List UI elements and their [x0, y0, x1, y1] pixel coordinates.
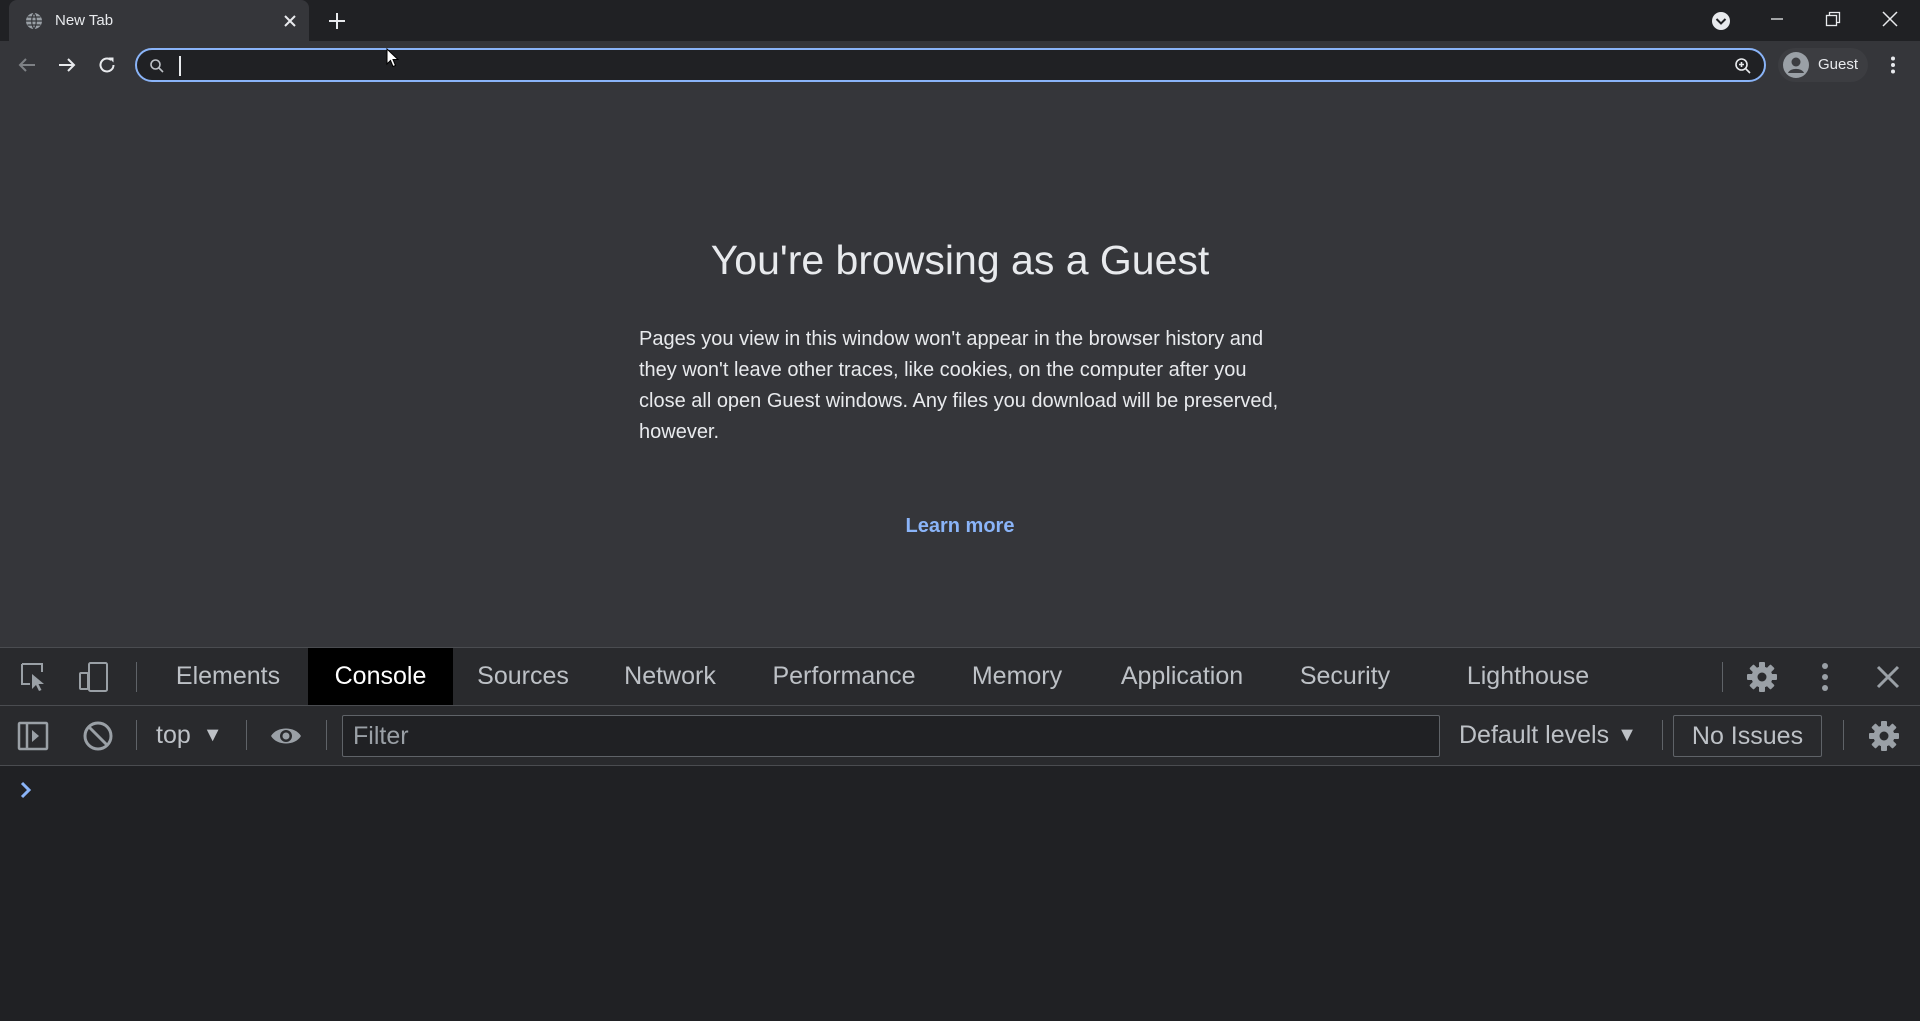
log-levels-value: Default levels: [1459, 721, 1610, 749]
issues-button[interactable]: No Issues: [1673, 715, 1822, 757]
tab-title: New Tab: [55, 12, 114, 29]
show-sidebar-icon[interactable]: [17, 720, 49, 752]
inspect-element-icon[interactable]: [19, 661, 51, 693]
page-title: You're browsing as a Guest: [710, 237, 1210, 283]
toolbar-divider: [136, 720, 137, 750]
restore-icon[interactable]: [1822, 8, 1844, 30]
clear-console-icon[interactable]: [82, 720, 114, 752]
tab-application[interactable]: Application: [1103, 648, 1261, 705]
devtools-tab-bar: Elements Console Sources Network Perform…: [0, 648, 1920, 706]
tab-search-icon[interactable]: [1710, 10, 1732, 32]
context-value: top: [156, 721, 191, 749]
reload-icon[interactable]: [96, 54, 118, 76]
guest-page: You're browsing as a Guest Pages you vie…: [0, 89, 1920, 647]
console-settings-gear-icon[interactable]: [1868, 720, 1900, 752]
tab-memory[interactable]: Memory: [950, 648, 1084, 705]
devtools-panel: Elements Console Sources Network Perform…: [0, 647, 1920, 1021]
toolbar-divider: [246, 720, 247, 750]
learn-more-link[interactable]: Learn more: [0, 515, 1920, 538]
close-devtools-icon[interactable]: [1872, 661, 1904, 693]
live-expression-eye-icon[interactable]: [270, 720, 302, 752]
console-filter-input[interactable]: [342, 715, 1440, 757]
tab-new-tab[interactable]: New Tab: [9, 0, 309, 41]
toolbar-divider: [1843, 720, 1844, 750]
toolbar-divider: [1722, 662, 1723, 692]
devtools-more-icon[interactable]: [1809, 661, 1841, 693]
profile-label: Guest: [1818, 56, 1859, 73]
tab-console[interactable]: Console: [308, 648, 453, 705]
zoom-in-icon[interactable]: [1734, 57, 1752, 75]
avatar-icon: [1782, 51, 1810, 79]
toolbar-divider: [136, 662, 137, 692]
tab-elements[interactable]: Elements: [154, 648, 302, 705]
address-input[interactable]: [177, 54, 1701, 78]
device-toolbar-icon[interactable]: [78, 661, 110, 693]
mouse-pointer-icon: [386, 48, 400, 68]
tab-security[interactable]: Security: [1277, 648, 1413, 705]
tab-performance[interactable]: Performance: [752, 648, 936, 705]
new-tab-button[interactable]: [326, 10, 348, 32]
context-selector[interactable]: top ▼: [156, 716, 223, 754]
toolbar-divider: [1662, 720, 1663, 750]
back-arrow-icon[interactable]: [16, 54, 38, 76]
tab-lighthouse[interactable]: Lighthouse: [1452, 648, 1604, 705]
address-bar[interactable]: [135, 48, 1766, 82]
tab-close-icon[interactable]: [281, 12, 299, 30]
forward-arrow-icon[interactable]: [56, 54, 78, 76]
text-caret: [179, 56, 181, 76]
console-output[interactable]: [0, 766, 1920, 1021]
chevron-right-icon: [18, 780, 34, 800]
toolbar-divider: [326, 720, 327, 750]
console-toolbar: top ▼ Default levels ▼ No Issues: [0, 706, 1920, 766]
dropdown-arrow-icon: ▼: [1617, 724, 1637, 746]
globe-icon: [25, 12, 43, 30]
more-menu-icon[interactable]: [1882, 54, 1904, 76]
learn-more-label[interactable]: Learn more: [906, 515, 1015, 537]
search-icon: [149, 58, 165, 74]
window-close-icon[interactable]: [1879, 8, 1901, 30]
browser-toolbar: Guest: [0, 41, 1920, 89]
log-levels-dropdown[interactable]: Default levels ▼: [1459, 716, 1637, 754]
dropdown-arrow-icon: ▼: [202, 724, 223, 746]
profile-button[interactable]: Guest: [1778, 48, 1868, 82]
tab-sources[interactable]: Sources: [453, 648, 593, 705]
settings-gear-icon[interactable]: [1746, 661, 1778, 693]
title-bar: New Tab: [0, 0, 1920, 41]
minimize-icon[interactable]: [1766, 8, 1788, 30]
page-description: Pages you view in this window won't appe…: [639, 328, 1279, 443]
issues-label: No Issues: [1691, 722, 1804, 750]
tab-network[interactable]: Network: [603, 648, 737, 705]
